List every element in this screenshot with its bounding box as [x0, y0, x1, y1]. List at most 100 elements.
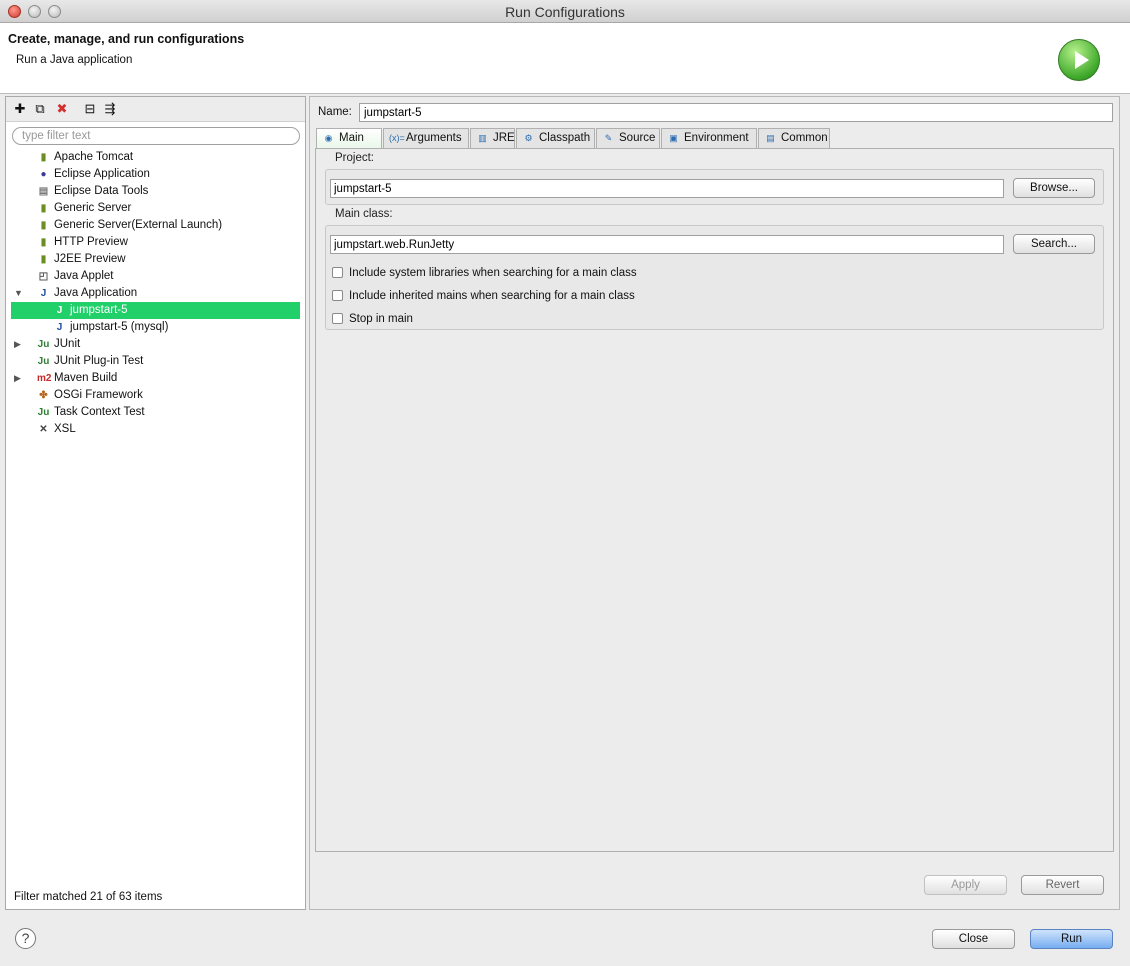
- expand-arrow-icon[interactable]: ▼: [14, 285, 24, 302]
- collapse-arrow-icon[interactable]: ▶: [14, 336, 24, 353]
- tree-item-label: Generic Server: [54, 202, 132, 214]
- checkbox-label: Stop in main: [349, 313, 413, 325]
- tree-item-label: Java Applet: [54, 270, 114, 282]
- tree-category-item[interactable]: ● Eclipse Application: [11, 166, 300, 183]
- tree-item-label: JUnit: [54, 338, 81, 350]
- tree-category-item[interactable]: ▶ m2 Maven Build: [11, 370, 300, 387]
- tab-common[interactable]: ▤ Common: [758, 128, 830, 148]
- revert-button[interactable]: Revert: [1021, 875, 1104, 895]
- project-label: Project:: [335, 152, 374, 164]
- tab-label: Source: [619, 132, 656, 144]
- arguments-icon: (x)=: [389, 133, 405, 143]
- filter-input[interactable]: [12, 127, 300, 145]
- name-label: Name:: [318, 106, 352, 118]
- configuration-editor: Name: ◉ Main (x)=Arguments ▥ JRE ⚙ Classpath ✎ S…: [309, 96, 1120, 910]
- tab-source[interactable]: ✎ Source: [596, 128, 660, 148]
- main-class-group: Search... Include system libraries when …: [325, 225, 1104, 330]
- tree-category-item[interactable]: Ju JUnit Plug-in Test: [11, 353, 300, 370]
- close-button[interactable]: Close: [932, 929, 1015, 949]
- checkbox[interactable]: [332, 313, 343, 324]
- tree-category-item[interactable]: ▶ Ju JUnit: [11, 336, 300, 353]
- tree-category-item[interactable]: ▮ Generic Server(External Launch): [11, 217, 300, 234]
- tree-child-item[interactable]: Jjumpstart-5 (mysql): [11, 319, 300, 336]
- maven-icon: m2: [37, 373, 52, 384]
- tree-category-item[interactable]: ▮ J2EE Preview: [11, 251, 300, 268]
- window-title: Run Configurations: [505, 4, 625, 20]
- filter-menu-icon[interactable]: ⇶: [102, 101, 118, 117]
- tree-child-item[interactable]: Jjumpstart-5: [11, 302, 300, 319]
- dialog-title: Create, manage, and run configurations: [8, 32, 245, 46]
- tab-label: Common: [781, 132, 828, 144]
- tree-item-label: JUnit Plug-in Test: [54, 355, 144, 367]
- tab-classpath[interactable]: ⚙ Classpath: [516, 128, 595, 148]
- tab-jre[interactable]: ▥ JRE: [470, 128, 515, 148]
- osgi-icon: ✤: [39, 390, 48, 401]
- collapse-all-icon[interactable]: ⊟: [82, 101, 98, 117]
- tree-item-label: HTTP Preview: [54, 236, 128, 248]
- junit-icon: Ju: [37, 339, 50, 350]
- tree-item-label: jumpstart-5: [70, 304, 128, 316]
- tree-category-item[interactable]: ▤ Eclipse Data Tools: [11, 183, 300, 200]
- tree-item-label: XSL: [54, 423, 76, 435]
- name-input[interactable]: [359, 103, 1113, 122]
- new-config-icon[interactable]: ✚: [12, 101, 28, 117]
- classpath-icon: ⚙: [524, 133, 533, 143]
- xsl-icon: ✕: [39, 424, 48, 435]
- source-icon: ✎: [604, 133, 613, 143]
- browse-button[interactable]: Browse...: [1013, 178, 1095, 198]
- tab-label: Arguments: [406, 132, 462, 144]
- tab-label: Environment: [684, 132, 749, 144]
- tab-arguments[interactable]: (x)= Arguments: [383, 128, 469, 148]
- tree-category-item[interactable]: Ju Task Context Test: [11, 404, 300, 421]
- tree-item-label: J2EE Preview: [54, 253, 126, 265]
- tomcat-icon: ▮: [40, 152, 47, 163]
- tab-environment[interactable]: ▣ Environment: [661, 128, 757, 148]
- tree-item-label: jumpstart-5 (mysql): [70, 321, 169, 333]
- eclipse-icon: ●: [40, 169, 47, 180]
- tree-item-label: Generic Server(External Launch): [54, 219, 223, 231]
- task-context-icon: Ju: [37, 407, 50, 418]
- tree-category-item[interactable]: ◰ Java Applet: [11, 268, 300, 285]
- tree-item-label: Eclipse Application: [54, 168, 150, 180]
- delete-icon[interactable]: ✖: [54, 101, 70, 117]
- run-button[interactable]: Run: [1030, 929, 1113, 949]
- server-icon: ▮: [40, 203, 47, 214]
- tree-toolbar: ✚ ⧉ ✖ ⊟ ⇶: [6, 97, 305, 122]
- main-tab-panel: Project: Browse... Main class: Search...…: [315, 148, 1114, 852]
- environment-icon: ▣: [669, 133, 678, 143]
- server-icon: ▮: [40, 254, 47, 265]
- search-button[interactable]: Search...: [1013, 234, 1095, 254]
- jre-icon: ▥: [478, 133, 487, 143]
- configuration-tree-pane: ✚⧉ ✖ ⊟⇶ ▮ Apache Tomcat ● Eclipse Application…: [5, 96, 306, 910]
- tree-category-item[interactable]: ▼ J Java Application: [11, 285, 300, 302]
- collapse-arrow-icon[interactable]: ▶: [14, 370, 24, 387]
- applet-icon: ◰: [38, 271, 49, 282]
- checkbox[interactable]: [332, 267, 343, 278]
- tab-main[interactable]: ◉ Main: [316, 128, 382, 149]
- main-class-field[interactable]: [330, 235, 1004, 254]
- junit-plugin-icon: Ju: [37, 356, 50, 367]
- tree-category-item[interactable]: ▮ Generic Server: [11, 200, 300, 217]
- run-banner-icon: [1058, 39, 1100, 81]
- help-icon[interactable]: ?: [15, 928, 36, 949]
- dialog-header: Create, manage, and run configurations R…: [0, 23, 1130, 94]
- main-tab-icon: ◉: [324, 133, 333, 143]
- checkbox[interactable]: [332, 290, 343, 301]
- duplicate-icon[interactable]: ⧉: [32, 101, 48, 117]
- java-config-icon: J: [56, 322, 63, 333]
- tree-item-label: OSGi Framework: [54, 389, 143, 401]
- tree-category-item[interactable]: ✤ OSGi Framework: [11, 387, 300, 404]
- java-app-icon: J: [40, 288, 47, 299]
- common-icon: ▤: [766, 133, 775, 143]
- tree-category-item[interactable]: ▮ HTTP Preview: [11, 234, 300, 251]
- apply-button[interactable]: Apply: [924, 875, 1007, 895]
- tree-item-label: Apache Tomcat: [54, 151, 134, 163]
- checkbox-label: Include system libraries when searching …: [349, 267, 637, 279]
- database-icon: ▤: [38, 186, 49, 197]
- tree-category-item[interactable]: ✕ XSL: [11, 421, 300, 438]
- tree-item-label: Eclipse Data Tools: [54, 185, 149, 197]
- tree-item-label: Java Application: [54, 287, 138, 299]
- tree-category-item[interactable]: ▮ Apache Tomcat: [11, 149, 300, 166]
- project-field[interactable]: [330, 179, 1004, 198]
- java-config-icon: J: [56, 305, 63, 316]
